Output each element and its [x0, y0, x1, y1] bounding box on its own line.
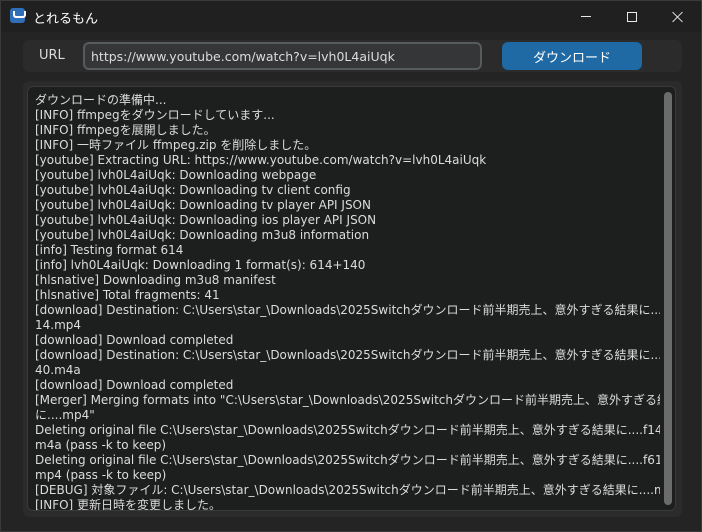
log-line: [youtube] Extracting URL: https://www.yo…	[35, 153, 487, 167]
log-line: [download] Destination: C:\Users\star_\D…	[35, 348, 660, 362]
close-button[interactable]	[655, 1, 701, 32]
log-line: に....mp4"	[35, 408, 95, 422]
log-line: [youtube] lvh0L4aiUqk: Downloading m3u8 …	[35, 228, 370, 242]
minimize-button[interactable]	[563, 1, 609, 32]
url-input[interactable]	[83, 42, 482, 70]
log-text: ダウンロードの準備中... [INFO] ffmpegをダウンロードしています..…	[35, 93, 660, 511]
log-line: [youtube] lvh0L4aiUqk: Downloading webpa…	[35, 168, 317, 182]
minimize-icon	[581, 16, 591, 17]
log-line: [youtube] lvh0L4aiUqk: Downloading tv cl…	[35, 183, 351, 197]
app-window: とれるもん URL ダウンロード ダウンロードの準備中...[INFO] ffm…	[0, 0, 702, 532]
maximize-button[interactable]	[609, 1, 655, 32]
log-line: ダウンロードの準備中...	[35, 93, 167, 107]
log-line: mp4 (pass -k to keep)	[35, 468, 167, 482]
log-line: [hlsnative] Total fragments: 41	[35, 288, 220, 302]
log-line: [INFO] ffmpegをダウンロードしています...	[35, 108, 275, 122]
log-line: [info] Testing format 614	[35, 243, 184, 257]
log-line: m4a (pass -k to keep)	[35, 438, 167, 452]
log-line: [INFO] 更新日時を変更しました。	[35, 498, 222, 511]
title-bar[interactable]: とれるもん	[1, 1, 701, 32]
log-line: [youtube] lvh0L4aiUqk: Downloading tv pl…	[35, 198, 371, 212]
log-scrollbar[interactable]	[664, 90, 672, 508]
scrollbar-thumb[interactable]	[664, 92, 672, 505]
close-icon	[672, 11, 684, 23]
log-line: [hlsnative] Downloading m3u8 manifest	[35, 273, 276, 287]
window-title: とれるもん	[33, 12, 99, 27]
maximize-icon	[627, 11, 637, 22]
download-button[interactable]: ダウンロード	[502, 42, 642, 70]
url-label: URL	[39, 48, 65, 63]
app-icon	[10, 8, 26, 23]
log-line: Deleting original file C:\Users\star_\Do…	[35, 453, 660, 467]
log-line: [INFO] 一時ファイル ffmpeg.zip を削除しました。	[35, 138, 317, 152]
log-line: [DEBUG] 対象ファイル: C:\Users\star_\Downloads…	[35, 483, 660, 497]
log-line: Deleting original file C:\Users\star_\Do…	[35, 423, 660, 437]
log-line: [download] Destination: C:\Users\star_\D…	[35, 303, 660, 317]
log-line: [download] Download completed	[35, 378, 234, 392]
log-textbox[interactable]: ダウンロードの準備中... [INFO] ffmpegをダウンロードしています..…	[27, 86, 676, 511]
log-line: [Merger] Merging formats into "C:\Users\…	[35, 393, 660, 407]
log-line: 14.mp4	[35, 318, 82, 332]
log-line: 40.m4a	[35, 363, 81, 377]
log-line: [INFO] ffmpegを展開しました。	[35, 123, 216, 137]
log-line: [info] lvh0L4aiUqk: Downloading 1 format…	[35, 258, 366, 272]
log-line: [download] Download completed	[35, 333, 234, 347]
log-line: [youtube] lvh0L4aiUqk: Downloading ios p…	[35, 213, 377, 227]
